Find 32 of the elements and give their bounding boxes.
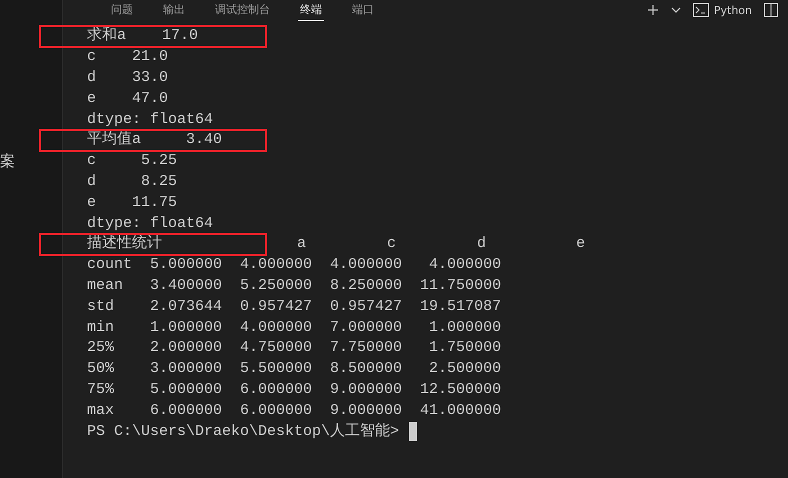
terminal-output-line: c 5.25 [87, 151, 178, 172]
terminal-output-line: 50% 3.000000 5.500000 8.500000 2.500000 [87, 359, 502, 380]
sidebar-text: 案 [0, 152, 15, 171]
terminal-prompt: PS C:\Users\Draeko\Desktop\人工智能> [87, 422, 400, 442]
terminal-output-line: c 21.0 [87, 47, 168, 68]
terminal-output-line: d 33.0 [87, 68, 168, 88]
terminal-output-line: d 8.25 [87, 172, 178, 192]
plus-icon[interactable] [646, 4, 659, 16]
terminal-output-line: std 2.073644 0.957427 0.957427 19.517087 [87, 296, 502, 317]
terminal-output-line: e 47.0 [87, 88, 168, 109]
split-icon[interactable] [764, 3, 778, 17]
text-cursor [409, 422, 418, 442]
chevron-down-icon[interactable] [670, 6, 681, 14]
terminal-output-line: 25% 2.000000 4.750000 7.750000 1.750000 [87, 338, 502, 358]
terminal-output-line: 描述性统计 a c d e [87, 234, 586, 254]
terminal-output-line: max 6.000000 6.000000 9.000000 41.000000 [87, 400, 502, 421]
panel-tab[interactable]: 端口 [350, 0, 376, 21]
terminal-output-line: e 11.75 [87, 192, 178, 213]
terminal-output-line: dtype: float64 [87, 110, 214, 130]
panel-tab[interactable]: 终端 [298, 0, 324, 21]
terminal-output-line: mean 3.400000 5.250000 8.250000 11.750000 [87, 276, 502, 296]
terminal-output-line: 求和a 17.0 [87, 26, 198, 46]
panel-tab[interactable]: 输出 [161, 0, 187, 21]
terminal-output-line: min 1.000000 4.000000 7.000000 1.000000 [87, 318, 502, 338]
terminal-output-line: dtype: float64 [87, 214, 214, 234]
terminal-icon [692, 3, 709, 17]
panel-tab[interactable]: 问题 [109, 0, 135, 21]
terminal-profile-button[interactable]: Python [692, 3, 752, 17]
panel-tab[interactable]: 调试控制台 [213, 0, 272, 21]
terminal-output-line: 平均值a 3.40 [87, 130, 222, 150]
terminal-output-line: 75% 5.000000 6.000000 9.000000 12.500000 [87, 380, 502, 400]
terminal-output-line: count 5.000000 4.000000 4.000000 4.000000 [87, 255, 502, 276]
